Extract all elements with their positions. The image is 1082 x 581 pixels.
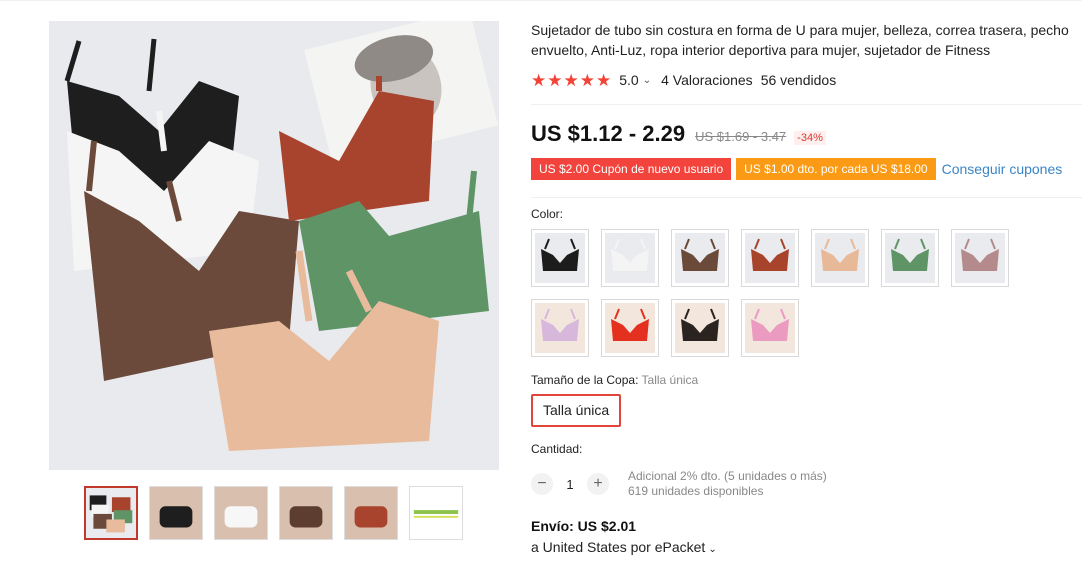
shipping-cost: Envío: US $2.01 [531, 518, 637, 534]
swatch-image [535, 303, 585, 353]
color-label: Color: [531, 207, 564, 221]
color-swatch-black[interactable] [531, 229, 589, 287]
quantity-label: Cantidad: [531, 442, 583, 456]
decrease-quantity-button[interactable]: − [531, 473, 553, 495]
units-available: 619 unidades disponibles [628, 484, 764, 498]
store-coupon[interactable]: US $1.00 dto. por cada US $18.00 [736, 158, 936, 180]
swatch-image [605, 303, 655, 353]
get-coupons-link[interactable]: Conseguir cupones [942, 161, 1063, 177]
divider [531, 104, 1082, 105]
product-info: Sujetador de tubo sin costura en forma d… [531, 20, 1082, 555]
swatch-image [675, 303, 725, 353]
swatch-image [535, 233, 585, 283]
star-icon: ★ [579, 70, 595, 90]
swatch-image [885, 233, 935, 283]
swatch-image [745, 303, 795, 353]
thumbnail-4[interactable] [279, 486, 333, 540]
color-swatch-pink-lace[interactable] [741, 299, 799, 357]
reviews-link[interactable]: 4 Valoraciones [661, 72, 753, 88]
shipping-destination-text: a United States por ePacket [531, 539, 706, 555]
color-swatch-lilac-lace[interactable] [531, 299, 589, 357]
swatch-image [745, 233, 795, 283]
cup-size-label-text: Tamaño de la Copa: [531, 373, 639, 387]
price-row: US $1.12 - 2.29 US $1.69 - 3.47 -34% [531, 121, 1082, 151]
thumbnail-5[interactable] [344, 486, 398, 540]
main-product-image[interactable] [49, 21, 499, 470]
swatch-image [675, 233, 725, 283]
product-title: Sujetador de tubo sin costura en forma d… [531, 22, 1069, 58]
top-divider [0, 0, 1082, 1]
color-swatch-nude[interactable] [811, 229, 869, 287]
color-swatch-red-bikini[interactable] [601, 299, 659, 357]
current-price: US $1.12 - 2.29 [531, 121, 686, 146]
color-swatch-mauve[interactable] [951, 229, 1009, 287]
thumbnail-2[interactable] [149, 486, 203, 540]
color-swatch-green[interactable] [881, 229, 939, 287]
swatch-image [605, 233, 655, 283]
increase-quantity-button[interactable]: + [587, 473, 609, 495]
swatch-image [815, 233, 865, 283]
star-icon: ★ [531, 70, 547, 90]
cup-size-selected: Talla única [641, 373, 699, 387]
cup-size-label: Tamaño de la Copa: Talla única [531, 373, 1082, 387]
thumbnail-1[interactable] [84, 486, 138, 540]
color-swatches [531, 229, 1011, 357]
new-user-coupon[interactable]: US $2.00 Cupón de nuevo usuario [531, 158, 732, 180]
color-swatch-rust[interactable] [741, 229, 799, 287]
coupon-row: US $2.00 Cupón de nuevo usuario US $1.00… [531, 158, 1082, 180]
color-swatch-black-bikini[interactable] [671, 299, 729, 357]
swatch-image [955, 233, 1005, 283]
shipping-destination[interactable]: a United States por ePacket ⌄ [531, 539, 1082, 555]
discount-badge: -34% [794, 131, 826, 145]
bulk-discount-note: Adicional 2% dto. (5 unidades o más) [628, 469, 827, 483]
star-icon: ★ [547, 70, 563, 90]
star-icon: ★ [563, 70, 579, 90]
rating-stars: ★ ★ ★ ★ ★ [531, 72, 611, 89]
star-icon: ★ [596, 70, 612, 90]
quantity-input[interactable]: 1 [553, 477, 587, 492]
thumbnail-3[interactable] [214, 486, 268, 540]
rating-row: ★ ★ ★ ★ ★ 5.0 ⌄ 4 Valoraciones 56 vendid… [531, 70, 1082, 90]
color-swatch-white[interactable] [601, 229, 659, 287]
original-price: US $1.69 - 3.47 [695, 129, 787, 144]
chevron-down-icon: ⌄ [708, 544, 717, 555]
divider [531, 197, 1082, 198]
quantity-info: Adicional 2% dto. (5 unidades o más) 619… [628, 469, 827, 499]
size-option-button[interactable]: Talla única [531, 394, 622, 427]
color-swatch-brown[interactable] [671, 229, 729, 287]
thumbnail-strip [84, 486, 463, 540]
rating-value[interactable]: 5.0 [619, 72, 638, 88]
thumbnail-6[interactable] [409, 486, 463, 540]
chevron-down-icon[interactable]: ⌄ [643, 75, 651, 86]
quantity-stepper: − 1 + Adicional 2% dto. (5 unidades o má… [531, 469, 1082, 499]
sold-count: 56 vendidos [760, 72, 837, 88]
